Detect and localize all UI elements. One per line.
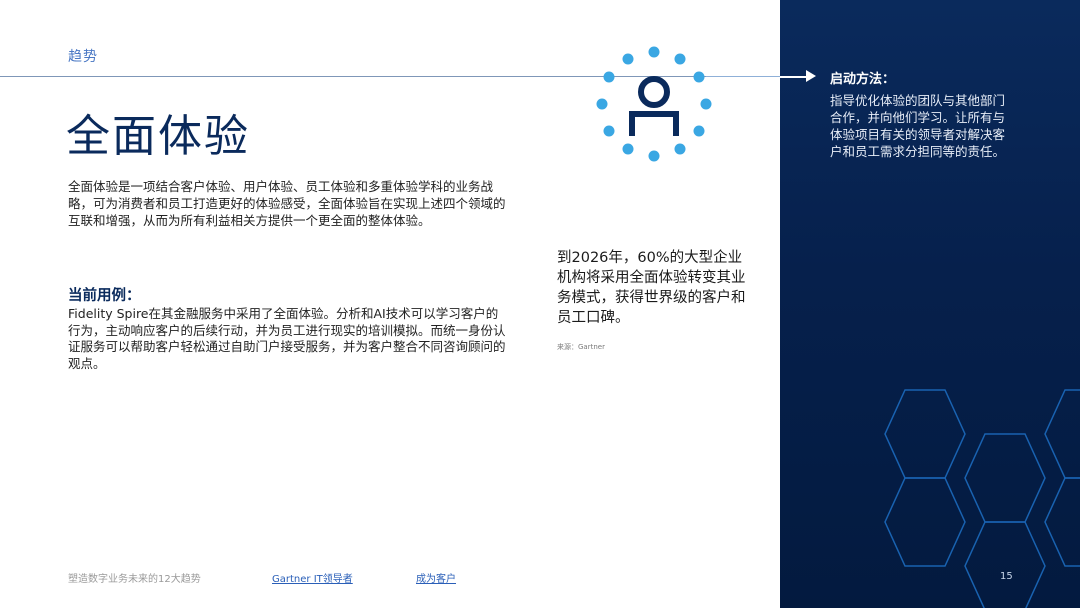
footer-title: 塑造数字业务未来的12大趋势 — [68, 574, 201, 585]
footer-link-it-leaders[interactable]: Gartner IT领导者 — [272, 570, 353, 585]
use-case-paragraph: Fidelity Spire在其金融服务中采用了全面体验。分析和AI技术可以学习… — [68, 306, 506, 371]
use-case-heading: 当前用例： — [68, 288, 141, 304]
person-icon — [594, 44, 714, 164]
stat-prediction: 到2026年，60%的大型企业机构将采用全面体验转变其业务模式，获得世界级的客户… — [557, 250, 746, 326]
page-number: 15 — [1000, 571, 1013, 582]
intro-paragraph: 全面体验是一项结合客户体验、用户体验、员工体验和多重体验学科的业务战略，可为消费… — [68, 179, 506, 228]
approach-text: 指导优化体验的团队与其他部门合作，并向他们学习。让所有与体验项目有关的领导者对解… — [830, 93, 1006, 159]
source-note: 来源：Gartner — [557, 343, 605, 351]
approach-title: 启动方法： — [830, 72, 896, 87]
section-label: 趋势 — [68, 49, 98, 65]
page-title: 全面体验 — [66, 111, 250, 162]
footer-link-become-client[interactable]: 成为客户 — [416, 570, 456, 585]
arrow-right-icon — [806, 70, 816, 82]
